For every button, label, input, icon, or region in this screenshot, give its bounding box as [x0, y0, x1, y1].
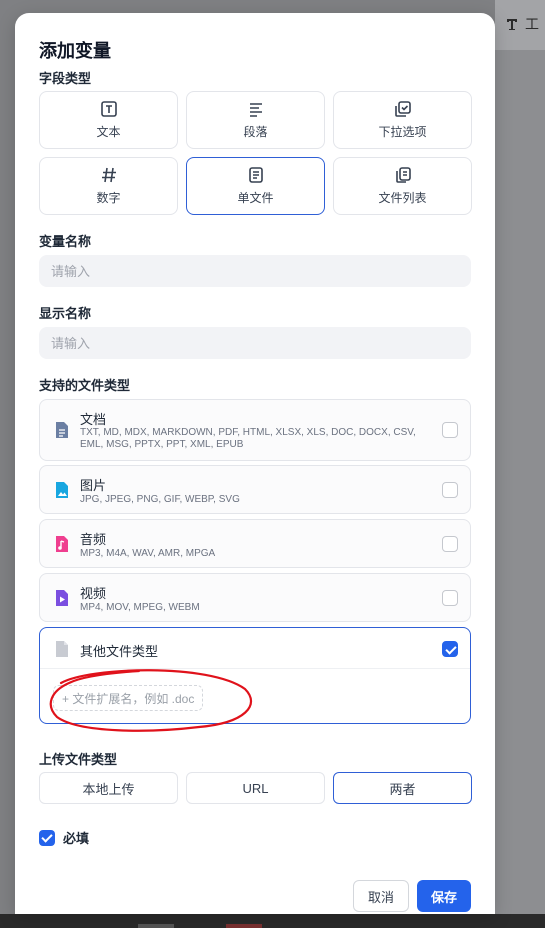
- file-type-audio[interactable]: 音频 MP3, M4A, WAV, AMR, MPGA: [39, 519, 471, 568]
- required-checkbox[interactable]: [39, 829, 55, 846]
- taskbar-item: [138, 924, 174, 928]
- file-type-other[interactable]: 其他文件类型 + 文件扩展名，例如 .doc: [39, 627, 471, 724]
- add-extension-input[interactable]: + 文件扩展名，例如 .doc: [53, 685, 204, 711]
- file-types-label: 支持的文件类型: [39, 378, 131, 393]
- field-type-label: 段落: [243, 125, 268, 139]
- file-type-extensions: TXT, MD, MDX, MARKDOWN, PDF, HTML, XLSX,…: [80, 427, 416, 450]
- file-type-checkbox[interactable]: [442, 482, 458, 498]
- file-type-video[interactable]: 视频 MP4, MOV, MPEG, WEBM: [39, 573, 471, 622]
- divider: [40, 668, 470, 669]
- add-extension-placeholder: + 文件扩展名，例如 .doc: [62, 691, 195, 706]
- field-type-text[interactable]: 文本: [39, 91, 178, 149]
- field-type-label: 单文件: [237, 191, 274, 205]
- upload-type-options: 本地上传 URL 两者: [39, 772, 472, 804]
- upload-option-both[interactable]: 两者: [333, 772, 472, 804]
- file-type-extensions: MP3, M4A, WAV, AMR, MPGA: [80, 548, 216, 559]
- background-tool-label: 工: [525, 16, 539, 32]
- field-type-label: 数字: [96, 191, 121, 205]
- number-icon: [101, 167, 116, 183]
- file-type-name: 视频: [80, 586, 107, 601]
- file-type-checkbox[interactable]: [442, 536, 458, 552]
- text-icon: [100, 101, 117, 117]
- required-label: 必填: [63, 831, 90, 846]
- display-name-input[interactable]: [39, 327, 471, 359]
- field-type-select[interactable]: 下拉选项: [333, 91, 472, 149]
- page-backdrop: [495, 0, 545, 928]
- field-type-label: 文件列表: [378, 191, 427, 205]
- dialog-title: 添加变量: [39, 41, 111, 61]
- background-tool[interactable]: 工: [505, 14, 539, 34]
- display-name-label: 显示名称: [39, 306, 92, 321]
- file-type-name: 图片: [80, 478, 107, 493]
- text-format-icon: [507, 19, 517, 30]
- file-type-name: 音频: [80, 532, 107, 547]
- upload-option-label: 两者: [389, 781, 416, 797]
- add-variable-dialog: 添加变量 字段类型 文本 段落 下拉选项 数字 单文件 文件列表 变量名称 请输…: [15, 13, 495, 914]
- file-list-icon: [395, 167, 411, 183]
- image-icon: [56, 482, 68, 498]
- blank-file-icon: [56, 641, 68, 657]
- file-type-name: 其他文件类型: [80, 644, 159, 659]
- upload-option-label: URL: [242, 780, 269, 796]
- upload-option-local[interactable]: 本地上传: [39, 772, 178, 804]
- field-type-label: 字段类型: [39, 71, 92, 86]
- document-icon: [56, 422, 68, 438]
- file-type-checkbox[interactable]: [442, 590, 458, 606]
- save-button[interactable]: 保存: [417, 880, 471, 912]
- file-type-document[interactable]: 文档 TXT, MD, MDX, MARKDOWN, PDF, HTML, XL…: [39, 399, 471, 461]
- field-type-grid: 文本 段落 下拉选项 数字 单文件 文件列表: [39, 91, 472, 215]
- field-type-paragraph[interactable]: 段落: [186, 91, 325, 149]
- required-toggle[interactable]: 必填: [39, 828, 89, 847]
- upload-type-label: 上传文件类型: [39, 752, 118, 767]
- file-type-checkbox[interactable]: [442, 641, 458, 657]
- field-type-label: 下拉选项: [378, 125, 427, 139]
- field-type-single-file[interactable]: 单文件: [186, 157, 325, 215]
- audio-icon: [56, 536, 68, 552]
- file-type-extensions: MP4, MOV, MPEG, WEBM: [80, 602, 200, 613]
- cancel-button[interactable]: 取消: [353, 880, 409, 912]
- upload-option-label: 本地上传: [82, 781, 135, 797]
- upload-option-url[interactable]: URL: [186, 772, 325, 804]
- file-icon: [248, 167, 263, 183]
- field-type-label: 文本: [96, 125, 121, 139]
- paragraph-icon: [249, 103, 262, 117]
- variable-name-label: 变量名称: [39, 234, 92, 249]
- file-type-image[interactable]: 图片 JPG, JPEG, PNG, GIF, WEBP, SVG: [39, 465, 471, 514]
- taskbar-item: [226, 924, 262, 928]
- select-icon: [394, 101, 411, 117]
- file-type-extensions: JPG, JPEG, PNG, GIF, WEBP, SVG: [80, 494, 240, 505]
- video-icon: [56, 590, 68, 606]
- field-type-number[interactable]: 数字: [39, 157, 178, 215]
- variable-name-input[interactable]: [39, 255, 471, 287]
- file-type-checkbox[interactable]: [442, 422, 458, 438]
- taskbar: [0, 914, 545, 928]
- field-type-file-list[interactable]: 文件列表: [333, 157, 472, 215]
- file-type-name: 文档: [80, 412, 107, 427]
